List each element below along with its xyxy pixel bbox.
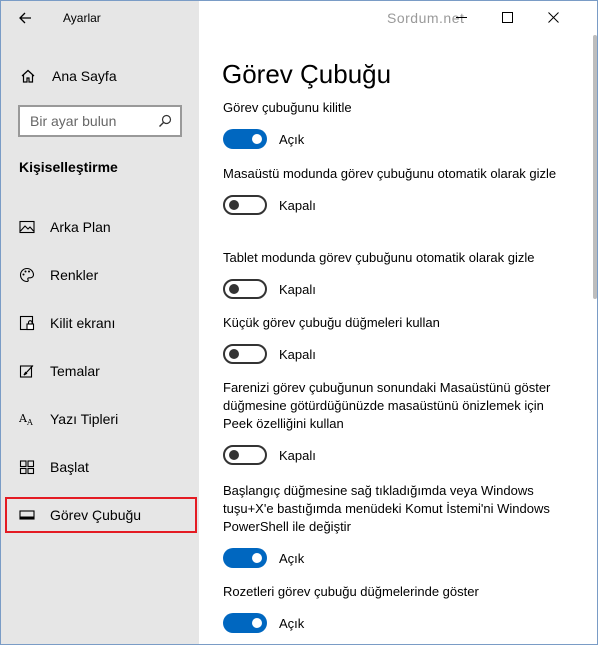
toggle-switch[interactable]: Açık: [223, 548, 573, 568]
settings-window: Ayarlar Ana Sayfa Kişiselleştirme Arka P…: [0, 0, 598, 645]
nav-item-baslat[interactable]: Başlat: [1, 443, 199, 491]
setting-small-buttons: Küçük görev çubuğu düğmeleri kullan Kapa…: [223, 314, 573, 364]
search-input[interactable]: [30, 113, 150, 129]
toggle-knob[interactable]: [223, 548, 267, 568]
toggle-state-label: Açık: [279, 550, 305, 566]
selection-highlight: [5, 497, 197, 533]
themes-icon: [19, 363, 35, 379]
nav-item-kilit-ekrani[interactable]: Kilit ekranı: [1, 299, 199, 347]
toggle-state-label: Kapalı: [279, 447, 316, 463]
fonts-icon: AA: [19, 411, 35, 427]
nav-item-gorev-cubugu[interactable]: Görev Çubuğu: [1, 491, 199, 539]
nav-item-yazi-tipleri[interactable]: AA Yazı Tipleri: [1, 395, 199, 443]
title-bar-left: Ayarlar: [1, 1, 199, 35]
nav-item-label: Temalar: [50, 363, 100, 379]
search-icon[interactable]: [158, 114, 172, 128]
back-arrow-icon: [19, 12, 31, 24]
page-title: Görev Çubuğu: [222, 59, 392, 89]
setting-lock-taskbar: Görev çubuğunu kilitle Açık: [223, 99, 573, 149]
toggle-state-label: Kapalı: [279, 197, 316, 213]
start-icon: [19, 459, 35, 475]
nav-item-label: Renkler: [50, 267, 99, 283]
toggle-state-label: Kapalı: [279, 281, 316, 297]
home-label: Ana Sayfa: [52, 68, 117, 84]
setting-powershell: Başlangıç düğmesine sağ tıkladığımda vey…: [223, 482, 573, 568]
setting-description: Görev çubuğunu kilitle: [223, 100, 352, 115]
nav-list: Arka Plan Renkler Kilit ekranı Temalar A…: [1, 203, 199, 539]
toggle-state-label: Açık: [279, 131, 305, 147]
setting-description: Masaüstü modunda görev çubuğunu otomatik…: [223, 166, 557, 181]
toggle-switch[interactable]: Kapalı: [223, 445, 573, 465]
picture-icon: [19, 219, 35, 235]
setting-description: Tablet modunda görev çubuğunu otomatik o…: [223, 250, 535, 265]
toggle-knob[interactable]: [223, 445, 267, 465]
toggle-state-label: Kapalı: [279, 346, 316, 362]
nav-item-label: Başlat: [50, 459, 89, 475]
toggle-switch[interactable]: Kapalı: [223, 195, 573, 215]
setting-description: Farenizi görev çubuğunun sonundaki Masaü…: [223, 380, 551, 431]
setting-peek: Farenizi görev çubuğunun sonundaki Masaü…: [223, 379, 573, 465]
home-icon: [21, 69, 35, 83]
toggle-switch[interactable]: Kapalı: [223, 344, 573, 364]
close-button[interactable]: [530, 1, 576, 33]
scrollbar[interactable]: [593, 35, 597, 299]
toggle-switch[interactable]: Açık: [223, 613, 573, 633]
toggle-state-label: Açık: [279, 615, 305, 631]
back-button[interactable]: [1, 1, 49, 35]
nav-item-label: Arka Plan: [50, 219, 111, 235]
nav-item-arka-plan[interactable]: Arka Plan: [1, 203, 199, 251]
toggle-knob[interactable]: [223, 344, 267, 364]
main-content: Görev Çubuğu Görev çubuğunu kilitle Açık…: [199, 35, 597, 644]
toggle-knob[interactable]: [223, 613, 267, 633]
nav-item-label: Yazı Tipleri: [50, 411, 119, 427]
home-nav-item[interactable]: Ana Sayfa: [1, 59, 199, 93]
setting-description: Başlangıç düğmesine sağ tıkladığımda vey…: [223, 483, 550, 534]
toggle-switch[interactable]: Kapalı: [223, 279, 573, 299]
toggle-knob[interactable]: [223, 195, 267, 215]
setting-description: Küçük görev çubuğu düğmeleri kullan: [223, 315, 440, 330]
palette-icon: [19, 267, 35, 283]
setting-description: Rozetleri görev çubuğu düğmelerinde göst…: [223, 584, 479, 599]
nav-item-renkler[interactable]: Renkler: [1, 251, 199, 299]
lock-screen-icon: [19, 315, 35, 331]
sidebar: Ayarlar Ana Sayfa Kişiselleştirme Arka P…: [1, 1, 199, 644]
close-icon: [547, 11, 559, 23]
svg-text:A: A: [26, 418, 33, 427]
nav-item-temalar[interactable]: Temalar: [1, 347, 199, 395]
section-title: Kişiselleştirme: [19, 159, 118, 175]
minimize-button[interactable]: [438, 1, 484, 33]
toggle-knob[interactable]: [223, 279, 267, 299]
setting-autohide-tablet: Tablet modunda görev çubuğunu otomatik o…: [223, 249, 573, 299]
setting-badges: Rozetleri görev çubuğu düğmelerinde göst…: [223, 583, 573, 633]
search-box[interactable]: [18, 105, 182, 137]
setting-autohide-desktop: Masaüstü modunda görev çubuğunu otomatik…: [223, 165, 573, 215]
toggle-knob[interactable]: [223, 129, 267, 149]
app-title: Ayarlar: [63, 11, 101, 25]
maximize-icon: [501, 11, 513, 23]
toggle-switch[interactable]: Açık: [223, 129, 573, 149]
maximize-button[interactable]: [484, 1, 530, 33]
minimize-icon: [455, 16, 467, 18]
nav-item-label: Kilit ekranı: [50, 315, 116, 331]
